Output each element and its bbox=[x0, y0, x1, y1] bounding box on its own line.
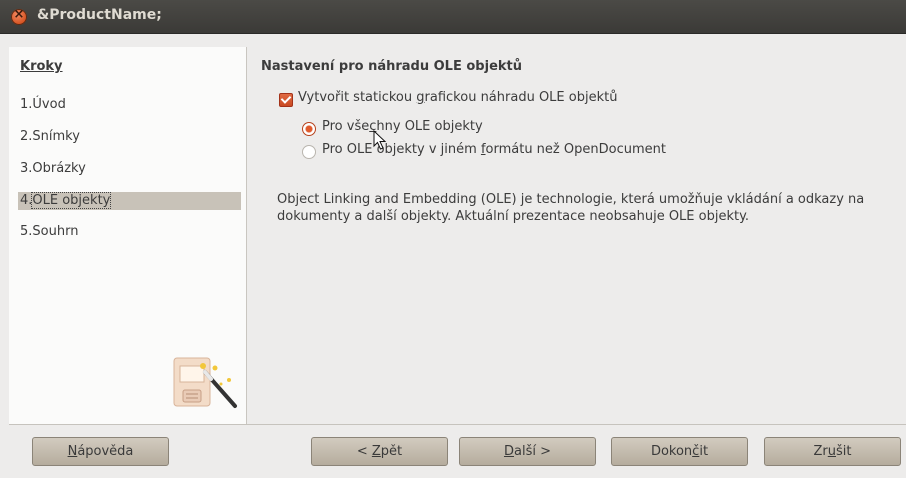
step-label: Úvod bbox=[32, 97, 66, 112]
cancel-button[interactable]: Zrušit bbox=[764, 437, 901, 466]
step-item-obrazky[interactable]: 3.Obrázky bbox=[20, 161, 86, 176]
wizard-window: &ProductName; Kroky 1.Úvod 2.Snímky 3.Ob… bbox=[0, 0, 906, 478]
step-item-souhrn[interactable]: 5.Souhrn bbox=[20, 224, 78, 239]
button-separator bbox=[9, 424, 906, 425]
window-title: &ProductName; bbox=[37, 7, 162, 23]
other-format-ole-objects-radio[interactable] bbox=[302, 145, 316, 159]
step-number: 1. bbox=[20, 97, 33, 112]
presentation-wizard-icon bbox=[173, 357, 237, 408]
step-number: 5. bbox=[20, 224, 33, 239]
step-item-uvod[interactable]: 1.Úvod bbox=[20, 97, 66, 112]
title-bar: &ProductName; bbox=[0, 0, 906, 34]
finish-button[interactable]: Dokončit bbox=[611, 437, 748, 466]
step-number: 3. bbox=[20, 161, 33, 176]
next-button[interactable]: Další > bbox=[459, 437, 596, 466]
section-title: Nastavení pro náhradu OLE objektů bbox=[261, 59, 522, 74]
close-icon[interactable] bbox=[11, 7, 27, 25]
create-static-replacement-checkbox[interactable] bbox=[279, 93, 293, 107]
step-item-snimky[interactable]: 2.Snímky bbox=[20, 129, 80, 144]
all-ole-objects-radio[interactable] bbox=[302, 122, 316, 136]
mouse-pointer-icon bbox=[373, 130, 387, 150]
step-label: Snímky bbox=[32, 129, 80, 144]
create-static-replacement-label[interactable]: Vytvořit statickou grafickou náhradu OLE… bbox=[298, 90, 617, 105]
step-label: Souhrn bbox=[32, 224, 79, 239]
steps-sidebar: Kroky 1.Úvod 2.Snímky 3.Obrázky 4.OLE ob… bbox=[9, 47, 247, 424]
step-label: OLE objekty bbox=[31, 192, 112, 209]
all-ole-objects-label[interactable]: Pro všechny OLE objekty bbox=[322, 119, 483, 134]
back-button[interactable]: < Zpět bbox=[311, 437, 448, 466]
step-label: Obrázky bbox=[32, 161, 86, 176]
help-button[interactable]: Nápověda bbox=[32, 437, 169, 466]
description-text: Object Linking and Embedding (OLE) je te… bbox=[277, 192, 865, 224]
step-item-ole-objekty[interactable]: 4.OLE objekty bbox=[18, 192, 241, 210]
options-panel: Nastavení pro náhradu OLE objektů Vytvoř… bbox=[250, 47, 906, 424]
step-number: 4. bbox=[20, 193, 33, 208]
step-number: 2. bbox=[20, 129, 33, 144]
steps-title: Kroky bbox=[20, 59, 63, 74]
